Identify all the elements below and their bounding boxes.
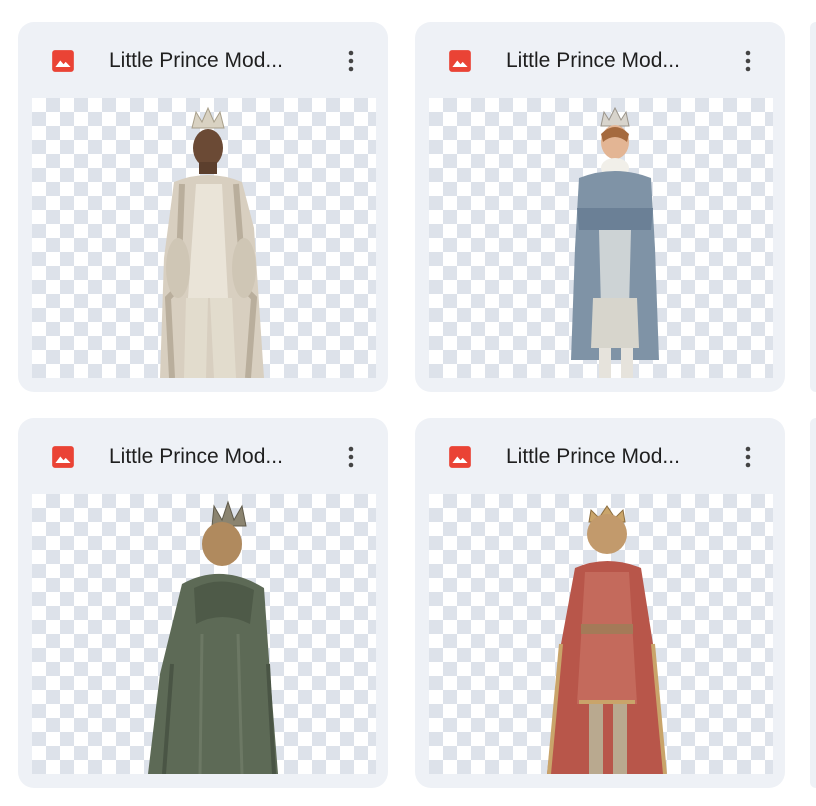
file-thumbnail[interactable]: [32, 98, 376, 378]
file-name: Little Prince Mod...: [506, 445, 680, 468]
file-name: Little Prince Mod...: [109, 445, 283, 468]
more-vert-icon: [348, 446, 354, 468]
file-card[interactable]: Little Prince Mod...: [18, 22, 388, 392]
file-card[interactable]: Little Prince Mod...: [415, 22, 785, 392]
file-card-partial[interactable]: [810, 22, 816, 392]
file-grid: Little Prince Mod... Little Prince Mod..…: [0, 0, 816, 806]
file-card[interactable]: Little Prince Mod...: [18, 418, 388, 788]
thumbnail-image: [160, 106, 264, 378]
file-name: Little Prince Mod...: [109, 49, 283, 72]
file-card-header: Little Prince Mod...: [18, 418, 388, 494]
more-vert-icon: [348, 50, 354, 72]
more-options-button[interactable]: [334, 438, 368, 476]
file-thumbnail[interactable]: [429, 98, 773, 378]
file-card-partial[interactable]: [810, 418, 816, 788]
file-thumbnail[interactable]: [429, 494, 773, 774]
file-card-header: Little Prince Mod...: [415, 418, 785, 494]
file-card-header: Little Prince Mod...: [18, 22, 388, 98]
file-name: Little Prince Mod...: [506, 49, 680, 72]
more-options-button[interactable]: [731, 42, 765, 80]
thumbnail-image: [571, 106, 659, 378]
thumbnail-image: [148, 500, 278, 774]
image-icon: [449, 446, 471, 468]
file-thumbnail[interactable]: [32, 494, 376, 774]
image-icon: [52, 446, 74, 468]
more-options-button[interactable]: [731, 438, 765, 476]
more-vert-icon: [745, 446, 751, 468]
more-vert-icon: [745, 50, 751, 72]
file-card[interactable]: Little Prince Mod...: [415, 418, 785, 788]
thumbnail-image: [547, 505, 667, 774]
file-card-header: Little Prince Mod...: [415, 22, 785, 98]
image-icon: [52, 50, 74, 72]
image-icon: [449, 50, 471, 72]
more-options-button[interactable]: [334, 42, 368, 80]
